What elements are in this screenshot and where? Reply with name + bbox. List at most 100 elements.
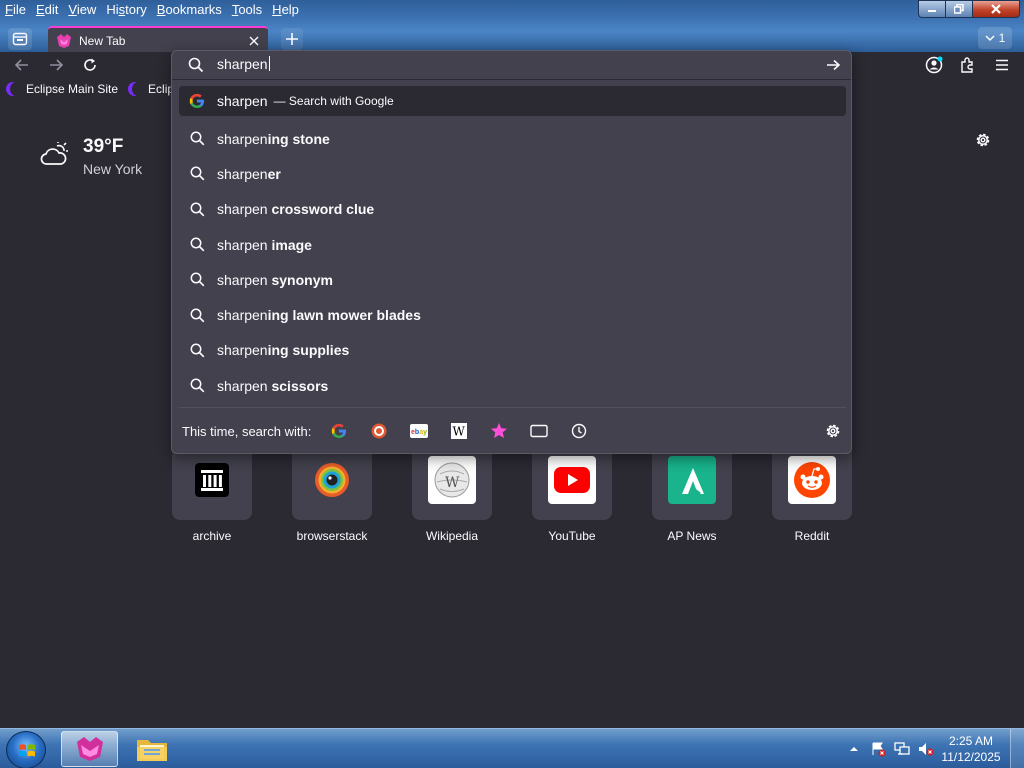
reload-icon bbox=[84, 58, 96, 71]
suggestion-text: sharpen bbox=[217, 130, 268, 147]
svg-text:ebay: ebay bbox=[411, 429, 427, 436]
suggestion-row[interactable]: sharpen image bbox=[179, 227, 846, 262]
minimize-icon bbox=[928, 10, 936, 12]
close-button[interactable] bbox=[972, 0, 1020, 18]
shortcut-apnews[interactable]: AP News bbox=[652, 446, 732, 543]
suggestion-row[interactable]: sharpen er bbox=[179, 156, 846, 191]
weather-widget[interactable]: 39°F New York bbox=[40, 136, 142, 177]
window-titlebar: File Edit View History Bookmarks Tools H… bbox=[0, 0, 1024, 54]
suggestion-text: sharpen bbox=[217, 93, 268, 109]
suggestion-text: sharpen bbox=[217, 307, 268, 324]
suggestion-row[interactable]: sharpen crossword clue bbox=[179, 192, 846, 227]
menu-tools[interactable]: Tools bbox=[227, 0, 267, 20]
minimize-button[interactable] bbox=[918, 0, 945, 18]
firefox-view-icon bbox=[12, 32, 28, 46]
restore-button[interactable] bbox=[945, 0, 972, 18]
search-settings-button[interactable] bbox=[822, 420, 844, 442]
action-center-icon[interactable] bbox=[869, 740, 887, 758]
shortcut-wikipedia[interactable]: W Wikipedia bbox=[412, 446, 492, 543]
menu-help[interactable]: Help bbox=[267, 0, 304, 20]
search-icon bbox=[189, 201, 205, 217]
app-menu-button[interactable] bbox=[989, 52, 1015, 78]
browser-logo-icon bbox=[57, 34, 71, 48]
menu-bookmarks[interactable]: Bookmarks bbox=[152, 0, 227, 20]
tab-close-icon[interactable] bbox=[246, 33, 262, 49]
suggestion-completion: ing supplies bbox=[267, 342, 350, 359]
system-tray: 2:25 AM 11/12/2025 bbox=[842, 729, 1024, 768]
cloud-sun-icon bbox=[40, 142, 68, 165]
shortcut-label: YouTube bbox=[548, 529, 596, 543]
google-icon[interactable] bbox=[327, 419, 351, 443]
page-settings-button[interactable] bbox=[972, 129, 994, 151]
shortcut-tile: W bbox=[412, 446, 492, 520]
restore-icon bbox=[954, 4, 964, 14]
clock-time: 2:25 AM bbox=[948, 734, 994, 748]
suggestion-row[interactable]: sharpen scissors bbox=[179, 368, 846, 403]
shortcut-browserstack[interactable]: browserstack bbox=[292, 446, 372, 543]
taskbar-clock[interactable]: 2:25 AM 11/12/2025 bbox=[938, 733, 1004, 765]
search-icon bbox=[189, 378, 205, 394]
go-button[interactable] bbox=[823, 55, 843, 75]
address-input[interactable]: sharpen bbox=[217, 56, 270, 72]
shortcut-archive[interactable]: archive bbox=[172, 446, 252, 543]
suggestion-completion: scissors bbox=[271, 377, 329, 394]
suggestion-row[interactable]: sharpen ing supplies bbox=[179, 333, 846, 368]
archive-icon bbox=[195, 463, 229, 497]
weather-city: New York bbox=[83, 161, 143, 177]
divider bbox=[172, 79, 851, 80]
tab-strip: New Tab 1 bbox=[0, 24, 1024, 54]
menu-history[interactable]: History bbox=[101, 0, 151, 20]
menu-file[interactable]: File bbox=[0, 0, 31, 20]
search-icon bbox=[189, 166, 205, 182]
network-icon[interactable] bbox=[893, 740, 911, 758]
suggestion-completion: crossword clue bbox=[271, 201, 375, 218]
bookmarks-star-icon[interactable] bbox=[487, 419, 511, 443]
tabs-icon[interactable] bbox=[527, 419, 551, 443]
suggestion-row[interactable]: sharpen ing lawn mower blades bbox=[179, 297, 846, 332]
address-bar[interactable]: sharpen bbox=[172, 51, 851, 79]
bookmark-item[interactable]: Eclipse Main Site bbox=[6, 82, 118, 96]
tab-list-button[interactable]: 1 bbox=[978, 27, 1012, 49]
suggestion-text: sharpen bbox=[217, 377, 272, 394]
ebay-icon[interactable]: ebay bbox=[407, 419, 431, 443]
wikipedia-icon[interactable]: W bbox=[447, 419, 471, 443]
browserstack-icon bbox=[308, 456, 356, 504]
suggestion-row[interactable]: sharpen — Search with Google bbox=[179, 86, 846, 116]
history-icon[interactable] bbox=[567, 419, 591, 443]
back-button[interactable] bbox=[9, 52, 35, 78]
suggestion-text: sharpen bbox=[217, 165, 268, 182]
menu-edit[interactable]: Edit bbox=[31, 0, 63, 20]
eclipse-icon bbox=[128, 82, 145, 96]
shortcut-tile bbox=[772, 446, 852, 520]
svg-text:W: W bbox=[453, 425, 466, 439]
taskbar-browser[interactable] bbox=[61, 731, 118, 767]
volume-icon[interactable] bbox=[917, 740, 935, 758]
bookmark-label: Eclipse Main Site bbox=[26, 82, 119, 96]
new-tab-button[interactable] bbox=[281, 28, 303, 50]
firefox-view-button[interactable] bbox=[8, 28, 32, 50]
forward-button[interactable] bbox=[43, 52, 69, 78]
shortcut-reddit[interactable]: Reddit bbox=[772, 446, 852, 543]
suggestion-text: sharpen bbox=[217, 236, 272, 253]
suggestion-text: sharpen bbox=[217, 201, 272, 218]
suggestion-row[interactable]: sharpen ing stone bbox=[179, 121, 846, 156]
account-button[interactable] bbox=[921, 52, 947, 78]
reload-button[interactable] bbox=[77, 52, 103, 78]
show-desktop-button[interactable] bbox=[1010, 729, 1024, 768]
shortcut-youtube[interactable]: YouTube bbox=[532, 446, 612, 543]
menu-view[interactable]: View bbox=[63, 0, 101, 20]
shortcut-label: Reddit bbox=[794, 529, 830, 543]
shortcut-tile bbox=[652, 446, 732, 520]
shortcut-tile bbox=[172, 446, 252, 520]
start-button[interactable] bbox=[6, 731, 46, 768]
suggestion-row[interactable]: sharpen synonym bbox=[179, 262, 846, 297]
arrow-right-icon bbox=[827, 59, 841, 71]
extensions-button[interactable] bbox=[955, 52, 981, 78]
suggestion-completion: synonym bbox=[271, 271, 333, 288]
arrow-right-icon bbox=[50, 59, 64, 71]
clock-date: 11/12/2025 bbox=[941, 750, 1001, 764]
top-sites: archive browserstack W Wikipedia YouTube bbox=[172, 446, 852, 556]
taskbar-explorer[interactable] bbox=[123, 731, 180, 767]
show-hidden-icons-button[interactable] bbox=[845, 740, 863, 758]
duckduckgo-icon[interactable] bbox=[367, 419, 391, 443]
